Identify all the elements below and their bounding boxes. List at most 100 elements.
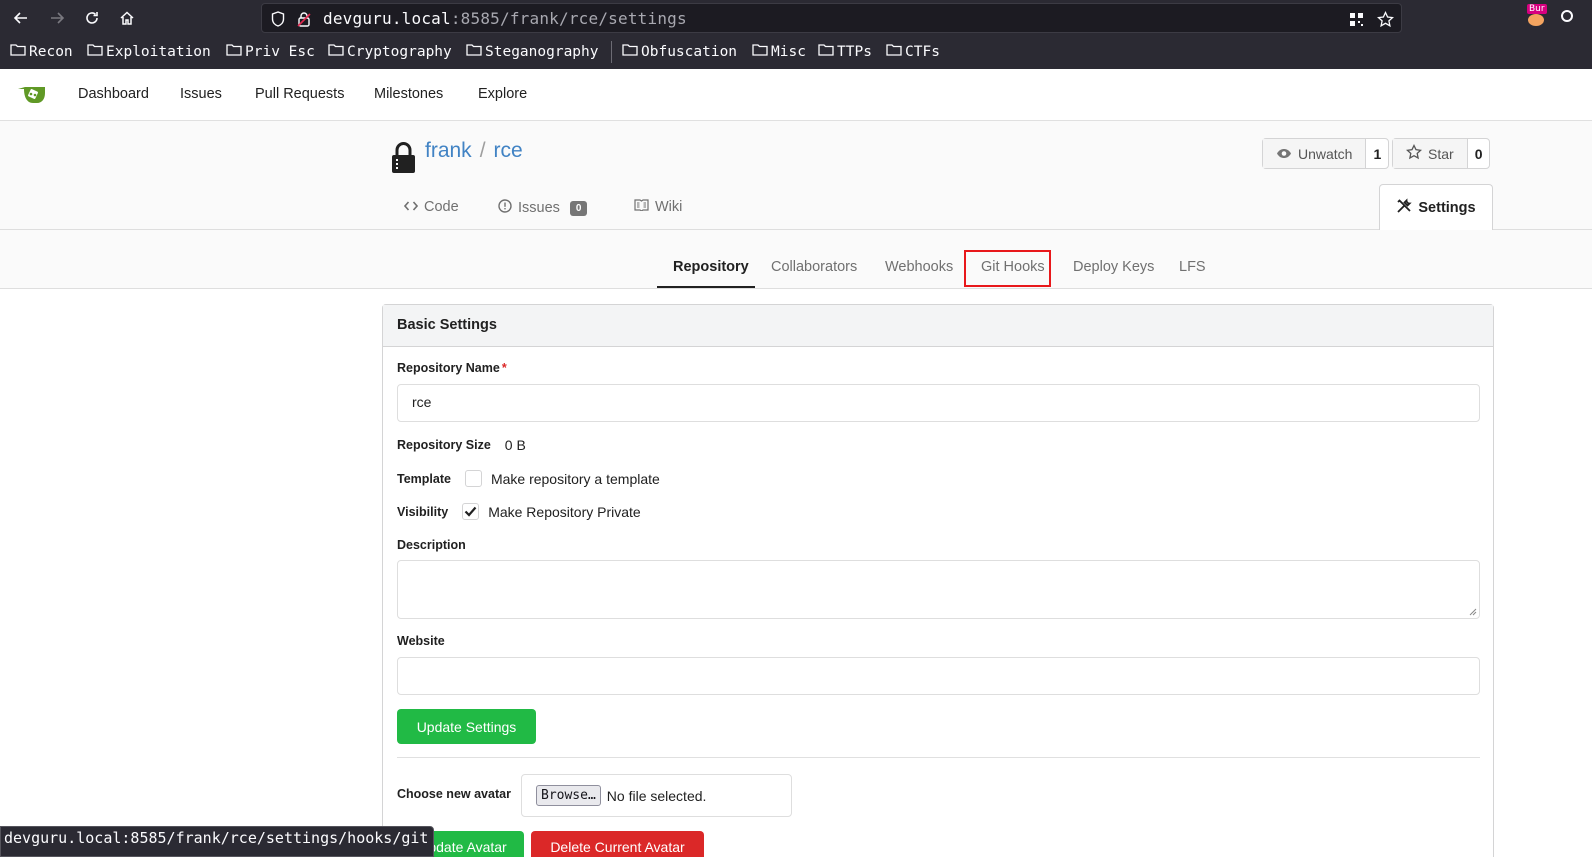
template-label: Template bbox=[397, 471, 451, 486]
repo-size-value: 0 B bbox=[504, 437, 526, 453]
folder-icon bbox=[10, 43, 26, 60]
star-button[interactable]: Star bbox=[1393, 139, 1468, 168]
bookmarks-toolbar: Recon Exploitation Priv Esc Cryptography… bbox=[0, 38, 1592, 66]
watch-count[interactable]: 1 bbox=[1366, 139, 1388, 168]
issue-opened-icon bbox=[498, 199, 512, 217]
website-label: Website bbox=[397, 634, 445, 648]
nav-dashboard[interactable]: Dashboard bbox=[78, 86, 149, 102]
tab-settings[interactable]: Settings bbox=[1379, 184, 1493, 231]
nav-issues[interactable]: Issues bbox=[180, 86, 222, 102]
tab-code[interactable]: Code bbox=[403, 199, 459, 215]
visibility-row: Visibility Make Repository Private bbox=[397, 503, 641, 520]
bookmark-separator bbox=[611, 41, 612, 63]
template-checkbox[interactable] bbox=[464, 470, 482, 487]
delete-avatar-button[interactable]: Delete Current Avatar bbox=[531, 831, 704, 857]
url-text: devguru.local:8585/frank/rce/settings bbox=[323, 9, 687, 28]
folder-icon bbox=[226, 43, 242, 60]
bookmark-folder[interactable]: Priv Esc bbox=[226, 43, 315, 60]
required-asterisk: * bbox=[501, 361, 507, 375]
unwatch-button[interactable]: Unwatch bbox=[1263, 139, 1367, 168]
subnav-repository[interactable]: Repository bbox=[673, 259, 749, 275]
subnav-lfs[interactable]: LFS bbox=[1179, 259, 1206, 275]
folder-icon bbox=[328, 43, 344, 60]
template-checkbox-label[interactable]: Make repository a template bbox=[491, 471, 660, 487]
bookmark-folder[interactable]: Misc bbox=[752, 43, 806, 60]
issues-count-badge: 0 bbox=[569, 200, 588, 216]
panel-title: Basic Settings bbox=[383, 305, 1493, 347]
subnav-webhooks[interactable]: Webhooks bbox=[885, 259, 953, 275]
active-tab-underline bbox=[657, 286, 755, 288]
repo-owner-link[interactable]: frank bbox=[425, 139, 472, 162]
star-button-group[interactable]: Star 0 bbox=[1392, 138, 1491, 169]
avatar-label: Choose new avatar bbox=[397, 787, 511, 801]
forward-icon[interactable] bbox=[45, 6, 69, 30]
reload-icon[interactable] bbox=[80, 6, 104, 30]
bookmark-folder[interactable]: Steganography bbox=[466, 43, 599, 60]
bookmark-folder[interactable]: Cryptography bbox=[328, 43, 452, 60]
private-lock-icon bbox=[390, 142, 418, 174]
folder-icon bbox=[818, 43, 834, 60]
description-label: Description bbox=[397, 538, 466, 552]
book-icon bbox=[634, 199, 649, 215]
bookmark-folder[interactable]: Exploitation bbox=[87, 43, 211, 60]
folder-icon bbox=[886, 43, 902, 60]
basic-settings-panel: Basic Settings Repository Name * rce Repo… bbox=[382, 304, 1494, 857]
update-settings-button[interactable]: Update Settings bbox=[397, 709, 536, 744]
nav-pull-requests[interactable]: Pull Requests bbox=[255, 86, 344, 102]
private-checkbox-label[interactable]: Make Repository Private bbox=[488, 504, 641, 520]
folder-icon bbox=[622, 43, 638, 60]
subnav-collaborators[interactable]: Collaborators bbox=[771, 259, 857, 275]
git-hooks-highlight bbox=[964, 250, 1051, 287]
tab-wiki[interactable]: Wiki bbox=[634, 199, 682, 215]
eye-icon bbox=[1276, 146, 1292, 162]
back-icon[interactable] bbox=[9, 6, 33, 30]
repo-size-label: Repository Size bbox=[397, 438, 491, 452]
browse-button[interactable]: Browse… bbox=[536, 785, 601, 806]
nav-explore[interactable]: Explore bbox=[478, 86, 527, 102]
template-row: Template Make repository a template bbox=[397, 470, 660, 487]
folder-icon bbox=[466, 43, 482, 60]
repo-name-link[interactable]: rce bbox=[494, 139, 523, 162]
repo-header: frank / rce Unwatch 1 Star 0 Code Issues 0… bbox=[0, 121, 1592, 231]
repo-name-label: Repository Name * bbox=[397, 361, 507, 375]
repo-title: frank / rce bbox=[425, 139, 523, 163]
private-checkbox[interactable] bbox=[462, 503, 480, 520]
bookmark-folder[interactable]: Obfuscation bbox=[622, 43, 737, 60]
folder-icon bbox=[752, 43, 768, 60]
tab-issues[interactable]: Issues 0 bbox=[498, 199, 588, 217]
resize-grip-icon[interactable] bbox=[1468, 607, 1477, 616]
avatar-file-input[interactable]: Browse… No file selected. bbox=[521, 774, 792, 817]
no-file-text: No file selected. bbox=[606, 787, 707, 804]
extension-overflow-icon[interactable] bbox=[1561, 10, 1573, 22]
burp-extension-icon[interactable]: Bur bbox=[1525, 4, 1547, 26]
website-input[interactable] bbox=[397, 657, 1480, 695]
checkmark-icon bbox=[464, 506, 477, 517]
gitea-logo-icon[interactable] bbox=[17, 84, 47, 106]
star-icon bbox=[1405, 143, 1423, 163]
link-status-bar: devguru.local:8585/frank/rce/settings/ho… bbox=[0, 826, 435, 857]
bookmark-folder[interactable]: Recon bbox=[10, 43, 73, 60]
insecure-lock-icon[interactable] bbox=[295, 10, 313, 28]
tools-icon bbox=[1396, 198, 1413, 218]
section-divider bbox=[397, 757, 1480, 758]
bookmark-folder[interactable]: TTPs bbox=[818, 43, 872, 60]
bookmark-star-icon[interactable] bbox=[1376, 10, 1394, 28]
repo-size-row: Repository Size 0 B bbox=[397, 437, 526, 453]
watch-button-group[interactable]: Unwatch 1 bbox=[1262, 138, 1390, 169]
nav-milestones[interactable]: Milestones bbox=[374, 86, 443, 102]
folder-icon bbox=[87, 43, 103, 60]
star-count[interactable]: 0 bbox=[1468, 139, 1490, 168]
browser-toolbar: devguru.local:8585/frank/rce/settings Bu… bbox=[0, 0, 1592, 69]
repo-separator: / bbox=[479, 139, 486, 162]
qr-code-icon[interactable] bbox=[1347, 10, 1365, 28]
code-icon bbox=[403, 199, 419, 215]
visibility-label: Visibility bbox=[397, 504, 449, 519]
settings-subnav: Repository Collaborators Webhooks Git Ho… bbox=[0, 230, 1592, 289]
address-bar[interactable]: devguru.local:8585/frank/rce/settings bbox=[261, 3, 1402, 33]
repo-name-input[interactable]: rce bbox=[397, 384, 1480, 422]
bookmark-folder[interactable]: CTFs bbox=[886, 43, 940, 60]
subnav-deploy-keys[interactable]: Deploy Keys bbox=[1073, 259, 1154, 275]
home-icon[interactable] bbox=[115, 6, 139, 30]
shield-icon[interactable] bbox=[269, 10, 287, 28]
description-textarea[interactable] bbox=[397, 560, 1480, 619]
